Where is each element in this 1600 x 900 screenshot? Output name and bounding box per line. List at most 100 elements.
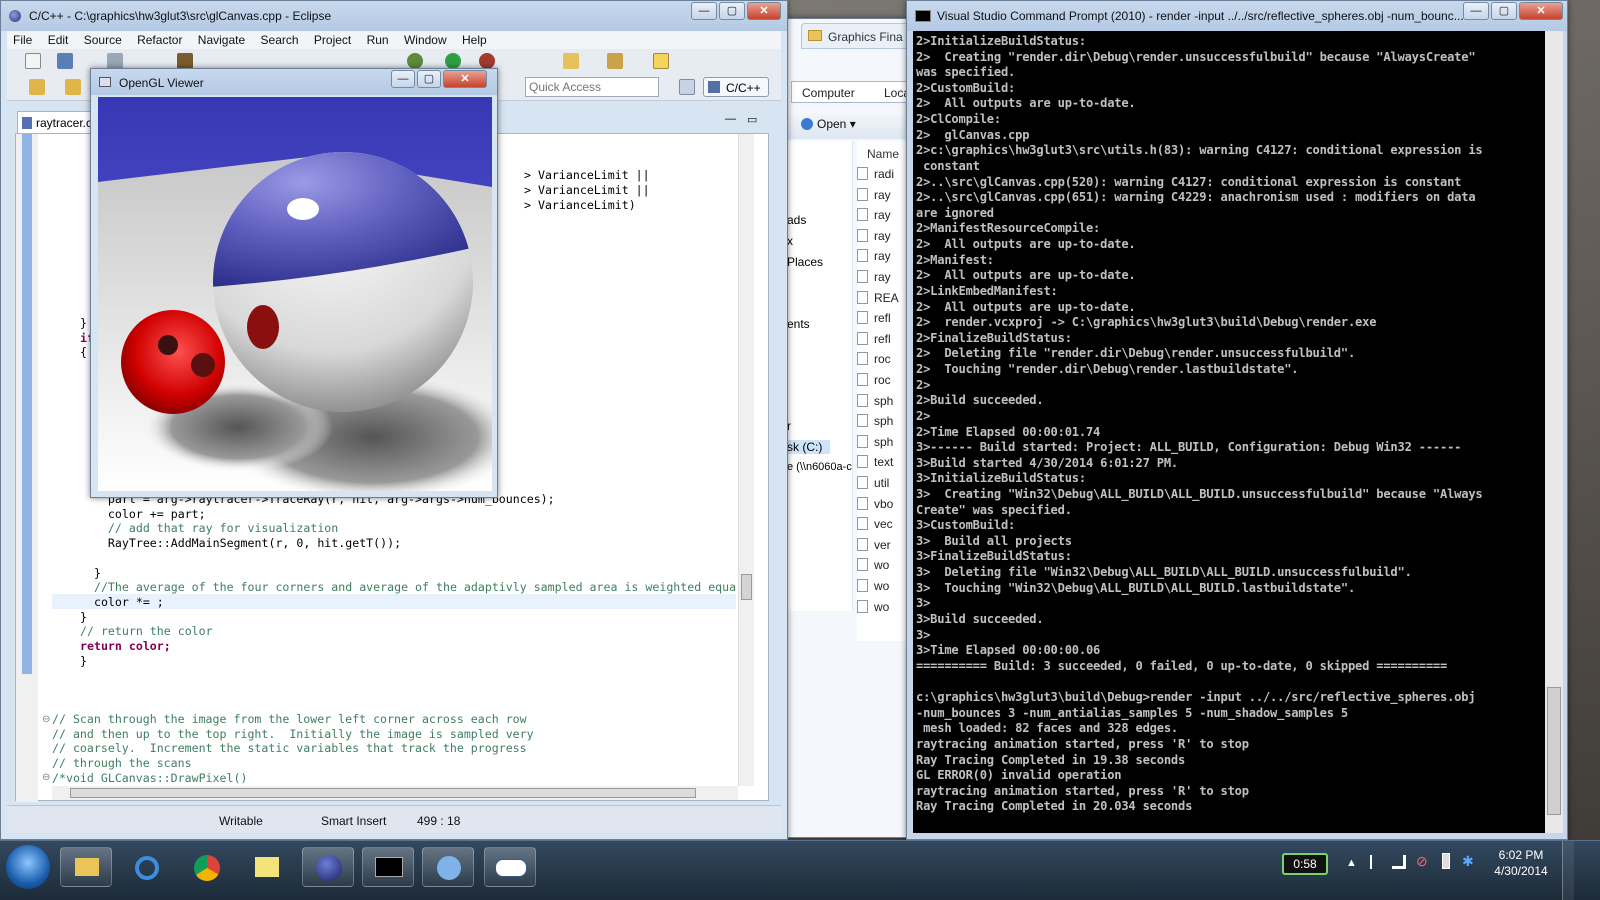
editor-maximize[interactable]: ▭ (747, 113, 757, 126)
editor-tab[interactable]: raytracer.c (17, 111, 97, 133)
menu-search[interactable]: Search (255, 31, 305, 49)
volume-icon[interactable]: ⊘ (1416, 853, 1428, 870)
menu-source[interactable]: Source (78, 31, 128, 49)
build-icon[interactable] (177, 53, 193, 69)
cmd-maximize-button[interactable]: ▢ (1491, 2, 1517, 20)
external-tools-icon[interactable] (479, 53, 495, 69)
file-item[interactable]: wo (857, 579, 889, 593)
opengl-minimize-button[interactable]: — (391, 70, 415, 88)
opengl-maximize-button[interactable]: ▢ (417, 70, 441, 88)
file-item[interactable]: vec (857, 517, 893, 531)
print-icon[interactable] (107, 53, 123, 69)
console-output[interactable]: 2>InitializeBuildStatus: 2> Creating "ren… (913, 31, 1545, 833)
taskbar-chrome[interactable] (180, 847, 232, 887)
show-desktop-button[interactable] (1562, 841, 1574, 900)
nav-item[interactable]: sk (C:) (787, 440, 831, 454)
vertical-scrollbar[interactable] (738, 134, 754, 786)
nav-item[interactable]: e (\\n6060a-c (787, 461, 852, 473)
cmd-close-button[interactable]: ✕ (1519, 2, 1563, 20)
file-item[interactable]: ray (857, 187, 891, 202)
cmd-minimize-button[interactable]: — (1463, 2, 1489, 20)
bluetooth-icon[interactable]: ✱ (1462, 853, 1474, 870)
taskbar-opengl[interactable] (484, 847, 536, 887)
highlight-icon[interactable] (653, 53, 669, 69)
explorer-window[interactable]: Graphics Fina Computer Local Open ▾ ads … (786, 18, 917, 838)
network-icon[interactable] (1392, 855, 1406, 869)
explorer-tab[interactable]: Graphics Fina (801, 23, 917, 49)
breadcrumb-item[interactable]: Computer (802, 86, 855, 100)
breadcrumb[interactable]: Computer Local (791, 81, 915, 103)
file-item[interactable]: REA (857, 290, 899, 305)
file-item[interactable]: ray (857, 208, 891, 222)
show-hidden-icons[interactable]: ▲ (1346, 857, 1357, 869)
file-item[interactable]: radi (857, 167, 894, 181)
fold-icon[interactable]: ⊖ (42, 772, 50, 783)
perspective-cc-button[interactable]: C/C++ (703, 77, 769, 97)
file-item[interactable]: vbo (857, 496, 893, 511)
menu-file[interactable]: File (7, 31, 38, 49)
power-icon[interactable] (1442, 853, 1450, 869)
file-item[interactable]: text (857, 455, 893, 469)
run-icon[interactable] (445, 53, 461, 69)
taskbar-files[interactable] (240, 847, 292, 887)
file-item[interactable]: ray (857, 270, 891, 284)
battery-indicator[interactable]: 0:58 (1282, 853, 1328, 875)
flag-icon[interactable] (1370, 855, 1382, 869)
nav-item[interactable]: ads (787, 213, 806, 227)
file-item[interactable]: wo (857, 599, 889, 614)
file-item[interactable]: wo (857, 558, 889, 572)
h-scroll-thumb[interactable] (70, 788, 696, 798)
horizontal-scrollbar[interactable] (52, 786, 738, 800)
command-prompt-window[interactable]: Visual Studio Command Prompt (2010) - re… (906, 0, 1568, 840)
opengl-viewer-window[interactable]: OpenGL Viewer — ▢ ✕ (90, 68, 498, 498)
taskbar-app[interactable] (422, 847, 474, 887)
fold-icon[interactable]: ⊖ (42, 714, 50, 725)
start-button[interactable] (6, 845, 50, 889)
file-item[interactable]: ray (857, 249, 891, 263)
file-item[interactable]: roc (857, 373, 891, 387)
new-file-icon[interactable] (25, 53, 41, 69)
taskbar-eclipse[interactable] (302, 847, 354, 887)
nav-item[interactable]: ents (787, 317, 810, 331)
open-perspective-icon[interactable] (679, 79, 695, 95)
file-item[interactable]: sph (857, 414, 893, 428)
menu-refactor[interactable]: Refactor (131, 31, 188, 49)
file-item[interactable]: refl (857, 331, 891, 346)
name-column-header[interactable]: Name (867, 147, 899, 161)
menu-navigate[interactable]: Navigate (192, 31, 251, 49)
save-icon[interactable] (57, 53, 73, 69)
menu-run[interactable]: Run (361, 31, 395, 49)
file-item[interactable]: roc (857, 352, 891, 366)
clock[interactable]: 6:02 PM 4/30/2014 (1486, 847, 1556, 879)
minimize-button[interactable]: — (691, 2, 717, 20)
file-item[interactable]: sph (857, 393, 893, 408)
taskbar-cmd[interactable] (362, 847, 414, 887)
nav-item[interactable]: Places (787, 255, 823, 269)
cmd-scrollbar[interactable] (1545, 31, 1563, 833)
open-folder-icon[interactable] (563, 53, 579, 69)
menu-window[interactable]: Window (398, 31, 453, 49)
debug-icon[interactable] (407, 53, 423, 69)
taskbar-explorer[interactable] (60, 847, 112, 887)
file-item[interactable]: ver (857, 537, 891, 552)
maximize-button[interactable]: ▢ (719, 2, 745, 20)
menu-project[interactable]: Project (308, 31, 357, 49)
back-icon[interactable] (29, 79, 45, 95)
opengl-close-button[interactable]: ✕ (443, 70, 487, 88)
editor-minimize[interactable]: — (725, 113, 736, 125)
eclipse-titlebar[interactable]: C/C++ - C:\graphics\hw3glut3\src\glCanva… (1, 1, 787, 31)
scroll-thumb[interactable] (741, 574, 752, 600)
render-canvas[interactable] (98, 97, 492, 491)
quick-access-input[interactable] (525, 77, 659, 97)
file-item[interactable]: refl (857, 311, 891, 325)
close-button[interactable]: ✕ (747, 2, 781, 20)
file-item[interactable]: util (857, 476, 889, 490)
menu-help[interactable]: Help (456, 31, 493, 49)
opengl-titlebar[interactable]: OpenGL Viewer — ▢ ✕ (91, 69, 497, 95)
forward-icon[interactable] (65, 79, 81, 95)
file-item[interactable]: sph (857, 434, 893, 449)
search-icon[interactable] (607, 53, 623, 69)
open-button[interactable]: Open ▾ (801, 117, 856, 131)
taskbar-ie[interactable] (120, 847, 172, 887)
file-item[interactable]: ray (857, 228, 891, 243)
